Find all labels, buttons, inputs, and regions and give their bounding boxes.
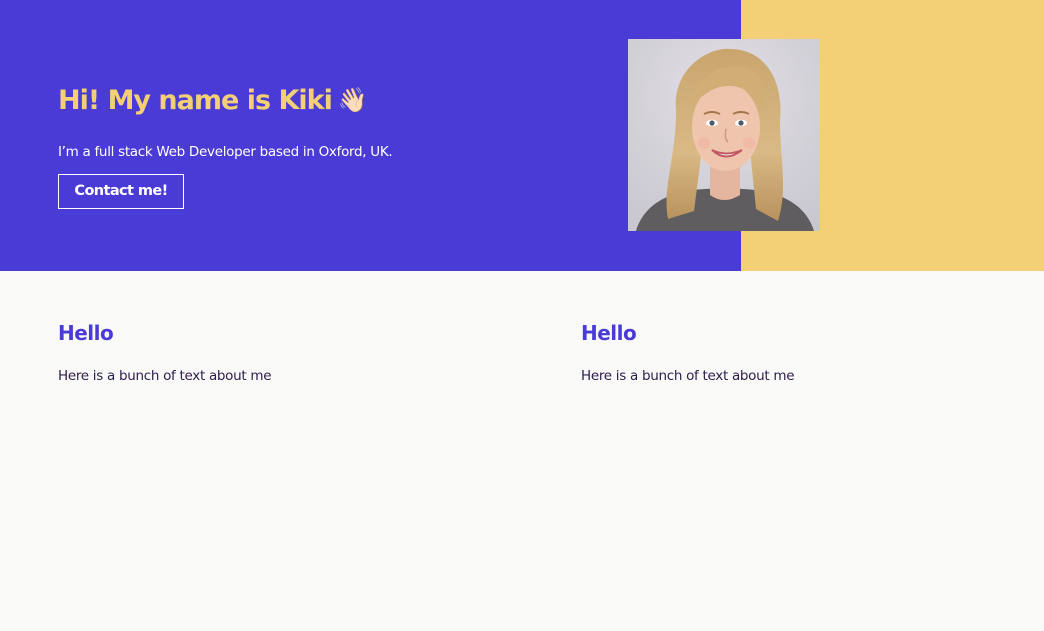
- about-card-text: Here is a bunch of text about me: [58, 368, 272, 384]
- hero-subtitle: I’m a full stack Web Developer based in …: [58, 144, 393, 160]
- contact-button[interactable]: Contact me!: [58, 174, 184, 209]
- about-card-title: Hello: [581, 321, 637, 345]
- about-card: Hello Here is a bunch of text about me: [581, 316, 1021, 386]
- hero-title: Hi! My name is Kiki 👋🏻: [58, 80, 368, 121]
- about-card-title: Hello: [58, 321, 114, 345]
- portrait-image: [628, 39, 820, 231]
- about-card: Hello Here is a bunch of text about me: [58, 316, 498, 386]
- hero-title-text: Hi! My name is Kiki: [58, 85, 333, 116]
- portrait-photo: [628, 39, 820, 231]
- about-card-text: Here is a bunch of text about me: [581, 368, 795, 384]
- wave-emoji-icon: 👋🏻: [337, 86, 368, 114]
